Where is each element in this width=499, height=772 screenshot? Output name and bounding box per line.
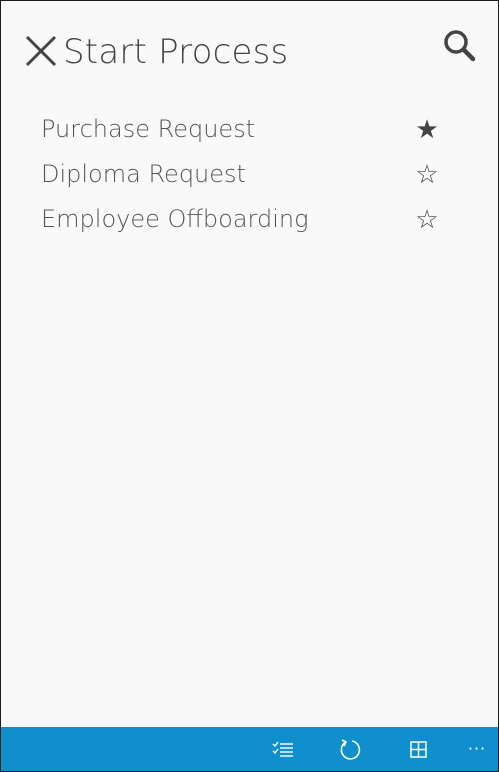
checklist-button[interactable] bbox=[269, 735, 299, 765]
grid-button[interactable] bbox=[404, 735, 434, 765]
search-button[interactable] bbox=[442, 28, 476, 62]
checklist-icon bbox=[272, 741, 293, 757]
more-button[interactable]: ··· bbox=[463, 737, 491, 761]
star-outline-icon[interactable]: ☆ bbox=[412, 205, 442, 235]
close-icon bbox=[25, 35, 57, 67]
process-label: Employee Offboarding bbox=[41, 205, 309, 233]
process-item-employee-offboarding[interactable]: Employee Offboarding ☆ bbox=[1, 201, 498, 246]
page-title: Start Process bbox=[63, 32, 289, 72]
process-item-diploma-request[interactable]: Diploma Request ☆ bbox=[1, 156, 498, 201]
star-filled-icon[interactable]: ★ bbox=[412, 115, 442, 145]
refresh-icon bbox=[340, 739, 361, 760]
process-label: Diploma Request bbox=[41, 160, 246, 188]
app-window: Start Process Purchase Request ★ Diploma… bbox=[0, 0, 499, 772]
process-label: Purchase Request bbox=[41, 115, 256, 143]
refresh-button[interactable] bbox=[336, 735, 366, 765]
process-item-purchase-request[interactable]: Purchase Request ★ bbox=[1, 111, 498, 156]
close-button[interactable] bbox=[24, 35, 58, 67]
search-icon bbox=[444, 30, 476, 62]
app-bar: ··· bbox=[1, 727, 498, 771]
grid-icon bbox=[410, 741, 427, 758]
process-list: Purchase Request ★ Diploma Request ☆ Emp… bbox=[1, 111, 498, 246]
star-outline-icon[interactable]: ☆ bbox=[412, 160, 442, 190]
page-header: Start Process bbox=[1, 1, 498, 101]
